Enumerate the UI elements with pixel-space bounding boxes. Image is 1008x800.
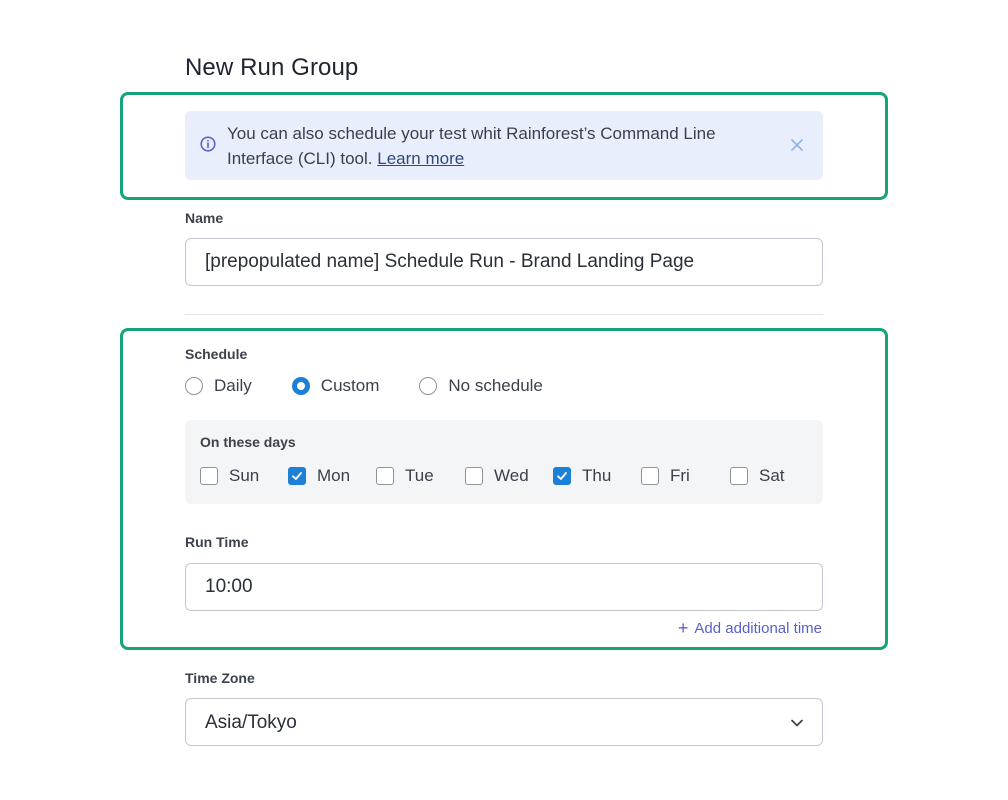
time-zone-select[interactable]: Asia/Tokyo xyxy=(185,698,823,746)
radio-button[interactable] xyxy=(291,377,310,395)
day-label: Mon xyxy=(317,466,351,485)
name-input[interactable] xyxy=(185,238,823,286)
radio-button[interactable] xyxy=(419,377,438,395)
checkbox[interactable] xyxy=(553,467,571,485)
chevron-down-icon xyxy=(791,719,803,727)
checkbox[interactable] xyxy=(465,467,483,485)
days-title: On these days xyxy=(200,434,296,450)
time-zone-value: Asia/Tokyo xyxy=(205,712,297,733)
checkmark-icon xyxy=(292,472,302,480)
schedule-radio-group: Daily Custom No schedule xyxy=(185,376,583,396)
day-label: Sat xyxy=(759,466,785,485)
day-label: Sun xyxy=(229,466,260,485)
day-label: Fri xyxy=(670,466,690,485)
learn-more-link[interactable]: Learn more xyxy=(377,149,464,168)
info-banner: You can also schedule your test whit Rai… xyxy=(185,111,823,180)
add-additional-time-button[interactable]: + Add additional time xyxy=(677,618,822,638)
page-title: New Run Group xyxy=(185,54,359,81)
name-label: Name xyxy=(185,210,224,226)
day-checkbox-tue[interactable]: Tue xyxy=(376,466,434,486)
info-icon xyxy=(200,136,216,152)
day-checkbox-wed[interactable]: Wed xyxy=(465,466,529,486)
day-label: Tue xyxy=(405,466,434,485)
day-checkbox-sun[interactable]: Sun xyxy=(200,466,259,486)
day-checkbox-fri[interactable]: Fri xyxy=(641,466,690,486)
checkbox[interactable] xyxy=(200,467,218,485)
schedule-label: Schedule xyxy=(185,346,248,362)
checkmark-icon xyxy=(557,472,567,480)
add-additional-time-label: Add additional time xyxy=(694,620,822,637)
time-zone-label: Time Zone xyxy=(185,670,255,686)
banner-message: You can also schedule your test whit Rai… xyxy=(227,124,716,168)
checkbox[interactable] xyxy=(730,467,748,485)
day-checkbox-sat[interactable]: Sat xyxy=(730,466,785,486)
checkbox[interactable] xyxy=(288,467,306,485)
day-label: Wed xyxy=(494,466,529,485)
days-box: On these days Sun Mon Tue Wed Thu Fri Sat xyxy=(185,420,823,504)
banner-text: You can also schedule your test whit Rai… xyxy=(227,121,767,171)
schedule-option-custom[interactable]: Custom xyxy=(291,376,380,396)
divider xyxy=(185,314,823,315)
day-checkbox-mon[interactable]: Mon xyxy=(288,466,350,486)
checkbox[interactable] xyxy=(641,467,659,485)
checkbox[interactable] xyxy=(376,467,394,485)
radio-label: No schedule xyxy=(448,376,543,395)
schedule-option-no-schedule[interactable]: No schedule xyxy=(419,376,543,396)
day-label: Thu xyxy=(582,466,612,485)
run-time-input[interactable] xyxy=(185,563,823,611)
close-icon[interactable] xyxy=(788,136,806,154)
day-checkbox-thu[interactable]: Thu xyxy=(553,466,611,486)
radio-label: Custom xyxy=(320,376,380,395)
radio-button[interactable] xyxy=(185,377,203,395)
run-time-label: Run Time xyxy=(185,534,249,550)
radio-label: Daily xyxy=(214,376,252,395)
schedule-option-daily[interactable]: Daily xyxy=(185,376,252,396)
plus-icon: + xyxy=(677,618,689,638)
